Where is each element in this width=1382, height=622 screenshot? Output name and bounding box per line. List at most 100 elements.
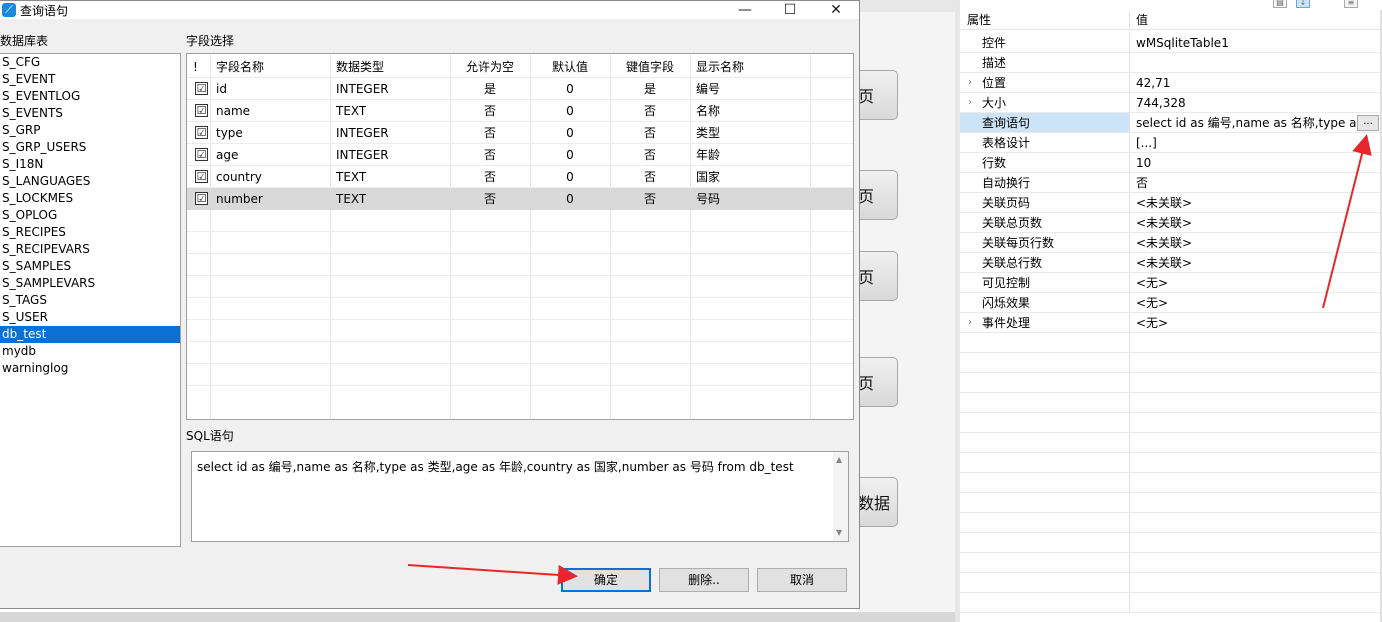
grid-cell-type[interactable]: INTEGER <box>336 78 389 100</box>
table-list-item[interactable]: S_USER <box>0 309 180 326</box>
field-checkbox[interactable]: ☑ <box>195 148 208 161</box>
table-list-item[interactable]: S_I18N <box>0 156 180 173</box>
grid-cell-key[interactable]: 否 <box>610 166 690 188</box>
grid-cell-display[interactable]: 类型 <box>696 122 720 144</box>
grid-cell-default[interactable]: 0 <box>530 166 610 188</box>
sort-category-icon[interactable]: ▤ <box>1273 0 1287 8</box>
property-row[interactable]: 可见控制 <无> <box>960 273 1382 293</box>
table-list-item[interactable]: S_GRP_USERS <box>0 139 180 156</box>
grid-cell-nullable[interactable]: 否 <box>450 144 530 166</box>
property-value[interactable]: wMSqliteTable1 <box>1136 33 1360 53</box>
property-row[interactable]: 描述 <box>960 53 1382 73</box>
sql-textarea[interactable]: select id as 编号,name as 名称,type as 类型,ag… <box>191 451 849 542</box>
grid-cell-default[interactable]: 0 <box>530 78 610 100</box>
properties-icon[interactable]: ≡ <box>1344 0 1358 8</box>
property-row[interactable]: 行数 10 <box>960 153 1382 173</box>
background-button[interactable]: 页 <box>858 70 898 120</box>
close-icon[interactable]: ✕ <box>813 1 859 19</box>
property-value[interactable]: <无> <box>1136 293 1360 313</box>
property-value[interactable]: 否 <box>1136 173 1360 193</box>
grid-cell-name[interactable]: number <box>216 188 263 210</box>
property-value[interactable]: 744,328 <box>1136 93 1360 113</box>
grid-cell-key[interactable]: 否 <box>610 144 690 166</box>
property-row[interactable]: 自动换行 否 <box>960 173 1382 193</box>
grid-cell-key[interactable]: 否 <box>610 100 690 122</box>
grid-cell-default[interactable]: 0 <box>530 100 610 122</box>
grid-cell-display[interactable]: 号码 <box>696 188 720 210</box>
property-row[interactable]: › 事件处理 <无> <box>960 313 1382 333</box>
table-list-item[interactable]: warninglog <box>0 360 180 377</box>
delete-button[interactable]: 删除.. <box>659 568 749 592</box>
minimize-icon[interactable]: — <box>722 1 768 19</box>
property-value[interactable]: 10 <box>1136 153 1360 173</box>
table-list-item[interactable]: S_RECIPEVARS <box>0 241 180 258</box>
scroll-up-icon[interactable]: ▲ <box>836 455 842 464</box>
grid-cell-nullable[interactable]: 否 <box>450 166 530 188</box>
grid-cell-type[interactable]: TEXT <box>336 166 366 188</box>
grid-cell-name[interactable]: type <box>216 122 243 144</box>
property-row[interactable]: 闪烁效果 <无> <box>960 293 1382 313</box>
ok-button[interactable]: 确定 <box>561 568 651 592</box>
grid-row[interactable]: ☑ number TEXT 否 0 否号码 <box>187 188 853 210</box>
background-button[interactable]: 页 <box>858 251 898 301</box>
grid-cell-nullable[interactable]: 是 <box>450 78 530 100</box>
table-list-item[interactable]: S_SAMPLES <box>0 258 180 275</box>
grid-column-header[interactable]: 允许为空 <box>450 56 530 78</box>
grid-row[interactable]: ☑ type INTEGER 否 0 否类型 <box>187 122 853 144</box>
grid-cell-default[interactable]: 0 <box>530 188 610 210</box>
field-checkbox[interactable]: ☑ <box>195 192 208 205</box>
property-value[interactable]: <未关联> <box>1136 213 1360 233</box>
grid-row[interactable]: ☑ age INTEGER 否 0 否年龄 <box>187 144 853 166</box>
property-row[interactable]: 关联页码 <未关联> <box>960 193 1382 213</box>
grid-column-header[interactable]: 字段名称 <box>216 56 264 78</box>
grid-cell-display[interactable]: 名称 <box>696 100 720 122</box>
table-list-item[interactable]: S_LANGUAGES <box>0 173 180 190</box>
grid-column-header[interactable]: 数据类型 <box>336 56 384 78</box>
property-row[interactable]: › 位置 42,71 <box>960 73 1382 93</box>
grid-cell-key[interactable]: 否 <box>610 188 690 210</box>
maximize-icon[interactable]: ☐ <box>767 1 813 19</box>
table-list[interactable]: S_CFG S_EVENT S_EVENTLOG S_EVENTS S_GRP S_GRP… <box>0 53 181 547</box>
field-checkbox[interactable]: ☑ <box>195 126 208 139</box>
table-list-item[interactable]: S_EVENTLOG <box>0 88 180 105</box>
property-value[interactable]: 42,71 <box>1136 73 1360 93</box>
grid-cell-default[interactable]: 0 <box>530 144 610 166</box>
table-list-item[interactable]: S_EVENTS <box>0 105 180 122</box>
grid-cell-name[interactable]: name <box>216 100 250 122</box>
property-row[interactable]: 关联每页行数 <未关联> <box>960 233 1382 253</box>
grid-cell-type[interactable]: TEXT <box>336 188 366 210</box>
table-list-item[interactable]: S_OPLOG <box>0 207 180 224</box>
grid-cell-name[interactable]: age <box>216 144 238 166</box>
expand-chevron-icon[interactable]: › <box>968 313 972 333</box>
property-value[interactable]: select id as 编号,name as 名称,type as 类 <box>1136 113 1360 133</box>
grid-column-header[interactable]: 默认值 <box>530 56 610 78</box>
background-button[interactable]: 页 <box>858 170 898 220</box>
background-button[interactable]: 数据 <box>858 477 898 527</box>
property-row[interactable]: 表格设计 [...] <box>960 133 1382 153</box>
grid-cell-nullable[interactable]: 否 <box>450 188 530 210</box>
grid-cell-name[interactable]: country <box>216 166 262 188</box>
grid-cell-name[interactable]: id <box>216 78 227 100</box>
table-list-item[interactable]: S_RECIPES <box>0 224 180 241</box>
property-value[interactable]: [...] <box>1136 133 1360 153</box>
grid-cell-type[interactable]: TEXT <box>336 100 366 122</box>
table-list-item[interactable]: S_SAMPLEVARS <box>0 275 180 292</box>
grid-column-header[interactable]: ! <box>193 56 198 78</box>
table-list-item[interactable]: S_CFG <box>0 54 180 71</box>
expand-chevron-icon[interactable]: › <box>968 73 972 93</box>
grid-row[interactable]: ☑ country TEXT 否 0 否国家 <box>187 166 853 188</box>
grid-cell-key[interactable]: 否 <box>610 122 690 144</box>
table-list-item[interactable]: S_EVENT <box>0 71 180 88</box>
table-list-item[interactable]: S_TAGS <box>0 292 180 309</box>
grid-cell-display[interactable]: 国家 <box>696 166 720 188</box>
property-row[interactable]: 控件 wMSqliteTable1 <box>960 33 1382 53</box>
grid-cell-nullable[interactable]: 否 <box>450 122 530 144</box>
table-list-item[interactable]: S_LOCKMES <box>0 190 180 207</box>
grid-cell-display[interactable]: 编号 <box>696 78 720 100</box>
grid-column-header[interactable]: 显示名称 <box>696 56 744 78</box>
ellipsis-button[interactable]: ... <box>1357 115 1379 131</box>
grid-column-header[interactable]: 键值字段 <box>610 56 690 78</box>
field-grid[interactable]: ! 字段名称 数据类型 允许为空 默认值 键值字段 显示名称 ☑ id INTEGER 是 0 是编号 ☑… <box>186 53 854 420</box>
sort-alpha-icon[interactable]: ↧ <box>1296 0 1310 8</box>
property-row[interactable]: 查询语句 select id as 编号,name as 名称,type as 类… <box>960 113 1382 133</box>
